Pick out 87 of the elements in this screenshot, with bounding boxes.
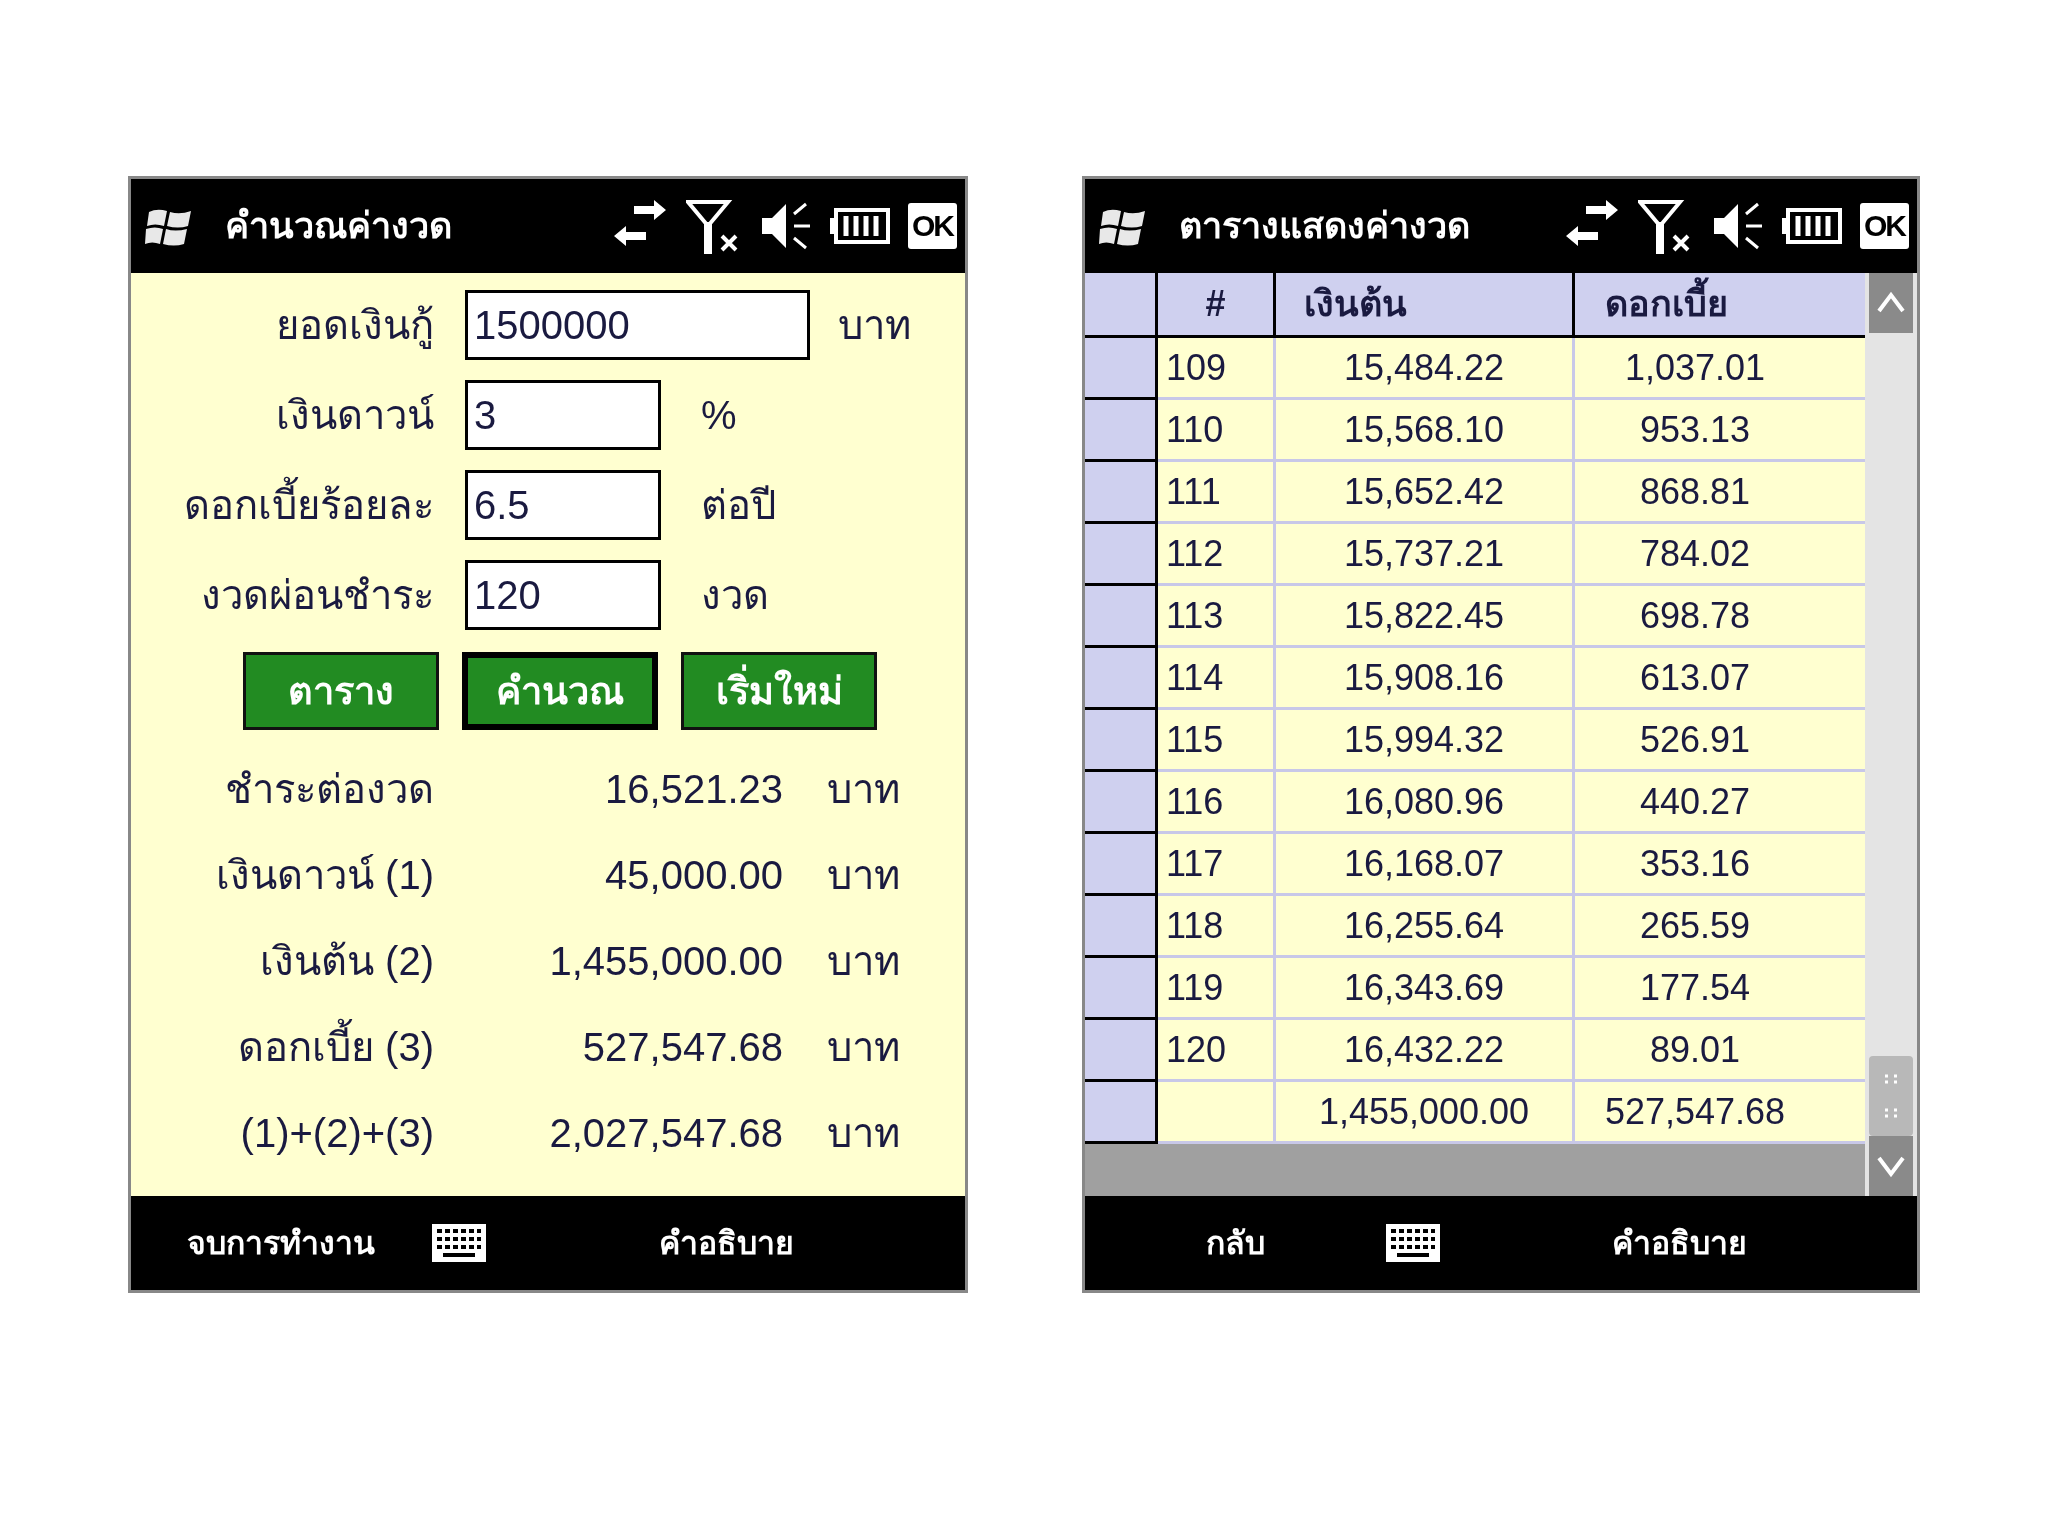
table-cell: 119 — [1158, 958, 1276, 1020]
action-button[interactable]: เริ่มใหม่ — [681, 652, 877, 730]
result-value: 45,000.00 — [604, 852, 783, 899]
battery-icon[interactable] — [830, 206, 890, 246]
window-title: ตารางแสดงค่างวด — [1179, 204, 1470, 248]
field-label: ยอดเงินกู้ — [275, 302, 434, 351]
field-label: เงินดาวน์ — [275, 392, 434, 439]
speaker-icon[interactable] — [760, 200, 812, 252]
result-value: 16,521.23 — [604, 766, 783, 813]
table-cell: 953.13 — [1575, 400, 1865, 462]
battery-icon[interactable] — [1782, 206, 1842, 246]
table-cell: 527,547.68 — [1575, 1082, 1865, 1144]
table-cell: 111 — [1158, 462, 1276, 524]
table-cell: 16,255.64 — [1276, 896, 1575, 958]
ok-button[interactable]: OK — [908, 203, 957, 249]
unit-label: บาท — [827, 1110, 900, 1157]
table-cell: 113 — [1158, 586, 1276, 648]
window-title: คำนวณค่างวด — [225, 204, 452, 248]
unit-label: งวด — [701, 572, 769, 619]
input-field[interactable]: 6.5 — [465, 470, 661, 540]
table-cell: 15,994.32 — [1276, 710, 1575, 772]
unit-label: บาท — [838, 302, 911, 349]
table-cell: 114 — [1158, 648, 1276, 710]
unit-label: บาท — [827, 852, 900, 899]
table-cell: 116 — [1158, 772, 1276, 834]
table-cell: 117 — [1158, 834, 1276, 896]
table-cell: 16,080.96 — [1276, 772, 1575, 834]
table-cell: 115 — [1158, 710, 1276, 772]
table-cell: 613.07 — [1575, 648, 1865, 710]
keyboard-icon[interactable] — [1385, 1223, 1441, 1263]
table-cell: 440.27 — [1575, 772, 1865, 834]
table-cell: 1,455,000.00 — [1276, 1082, 1575, 1144]
action-button[interactable]: ตาราง — [243, 652, 439, 730]
input-field[interactable]: 1500000 — [465, 290, 810, 360]
unit-label: % — [701, 392, 737, 439]
table-cell: 118 — [1158, 896, 1276, 958]
input-field[interactable]: 120 — [465, 560, 661, 630]
table-cell: 15,568.10 — [1276, 400, 1575, 462]
table-cell: 15,822.45 — [1276, 586, 1575, 648]
table-cell: 112 — [1158, 524, 1276, 586]
unit-label: บาท — [827, 938, 900, 985]
table-cell: 15,484.22 — [1276, 338, 1575, 400]
input-field[interactable]: 3 — [465, 380, 661, 450]
table-cell: 120 — [1158, 1020, 1276, 1082]
table-cell: 16,343.69 — [1276, 958, 1575, 1020]
table-cell: 110 — [1158, 400, 1276, 462]
unit-label: บาท — [827, 1024, 900, 1071]
unit-label: ต่อปี — [701, 482, 776, 529]
table-cell: 16,432.22 — [1276, 1020, 1575, 1082]
softkey-button[interactable]: คำอธิบาย — [487, 1219, 965, 1267]
table-cell: 868.81 — [1575, 462, 1865, 524]
column-header[interactable]: # — [1158, 273, 1276, 335]
result-label: (1)+(2)+(3) — [239, 1110, 434, 1157]
field-label: งวดผ่อนชำระ — [200, 572, 434, 619]
speaker-icon[interactable] — [1712, 200, 1764, 252]
table-cell: 16,168.07 — [1276, 834, 1575, 896]
unit-label: บาท — [827, 766, 900, 813]
table-cell: 353.16 — [1575, 834, 1865, 896]
table-cell: 109 — [1158, 338, 1276, 400]
column-header[interactable]: เงินต้น — [1276, 273, 1575, 335]
result-value: 527,547.68 — [581, 1024, 783, 1071]
table-cell: 15,908.16 — [1276, 648, 1575, 710]
table-cell: 784.02 — [1575, 524, 1865, 586]
table-cell: 526.91 — [1575, 710, 1865, 772]
field-label: ดอกเบี้ยร้อยละ — [131, 475, 434, 535]
result-label: เงินดาวน์ (1) — [215, 852, 434, 899]
result-value: 1,455,000.00 — [548, 938, 783, 985]
softkey-button[interactable]: จบการทำงาน — [131, 1219, 431, 1267]
table-cell: 265.59 — [1575, 896, 1865, 958]
result-value: 2,027,547.68 — [548, 1110, 783, 1157]
result-label: เงินต้น (2) — [259, 938, 434, 985]
table-cell: 177.54 — [1575, 958, 1865, 1020]
ok-button[interactable]: OK — [1860, 203, 1909, 249]
scrollbar[interactable] — [1865, 273, 1917, 1196]
table-cell: 89.01 — [1575, 1020, 1865, 1082]
result-label: ดอกเบี้ย (3) — [131, 1017, 434, 1077]
table-cell: 15,737.21 — [1276, 524, 1575, 586]
table-cell: 1,037.01 — [1575, 338, 1865, 400]
keyboard-icon[interactable] — [431, 1223, 487, 1263]
table-cell: 15,652.42 — [1276, 462, 1575, 524]
column-header[interactable]: ดอกเบี้ย — [1575, 273, 1865, 335]
softkey-button[interactable]: คำอธิบาย — [1441, 1219, 1917, 1267]
scroll-thumb-grip-icon[interactable] — [1869, 1056, 1913, 1136]
action-button[interactable]: คำนวณ — [462, 652, 658, 730]
softkey-button[interactable]: กลับ — [1085, 1219, 1385, 1267]
table-cell: 698.78 — [1575, 586, 1865, 648]
result-label: ชำระต่องวด — [224, 766, 434, 813]
